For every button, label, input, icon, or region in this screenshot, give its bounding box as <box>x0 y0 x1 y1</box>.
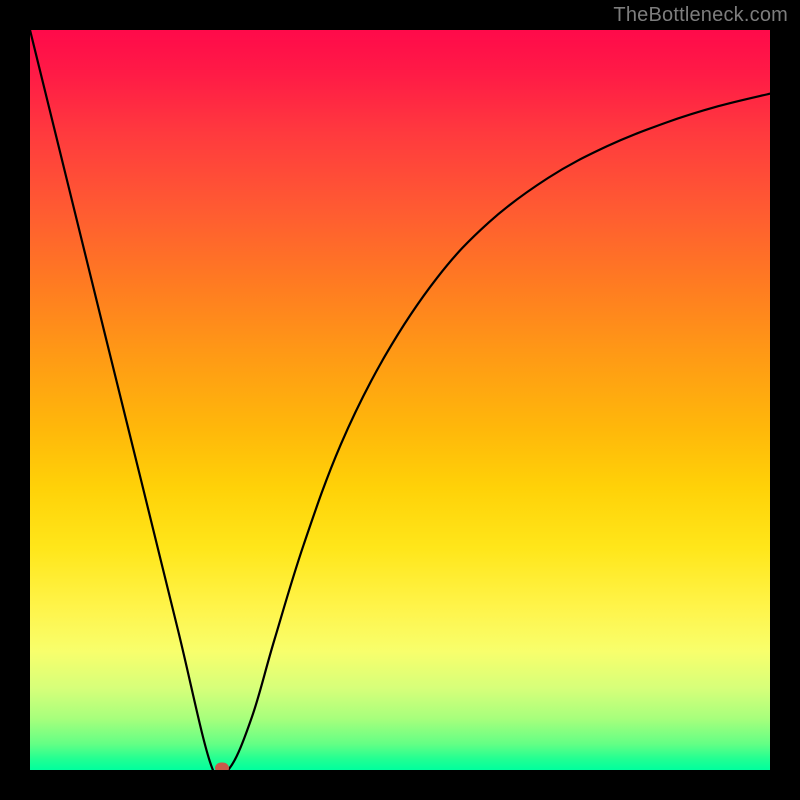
curve-path <box>30 30 770 770</box>
watermark-text: TheBottleneck.com <box>613 4 788 27</box>
chart-frame: TheBottleneck.com <box>0 0 800 800</box>
optimal-point-marker <box>215 762 229 770</box>
bottleneck-curve <box>30 30 770 770</box>
plot-area <box>30 30 770 770</box>
